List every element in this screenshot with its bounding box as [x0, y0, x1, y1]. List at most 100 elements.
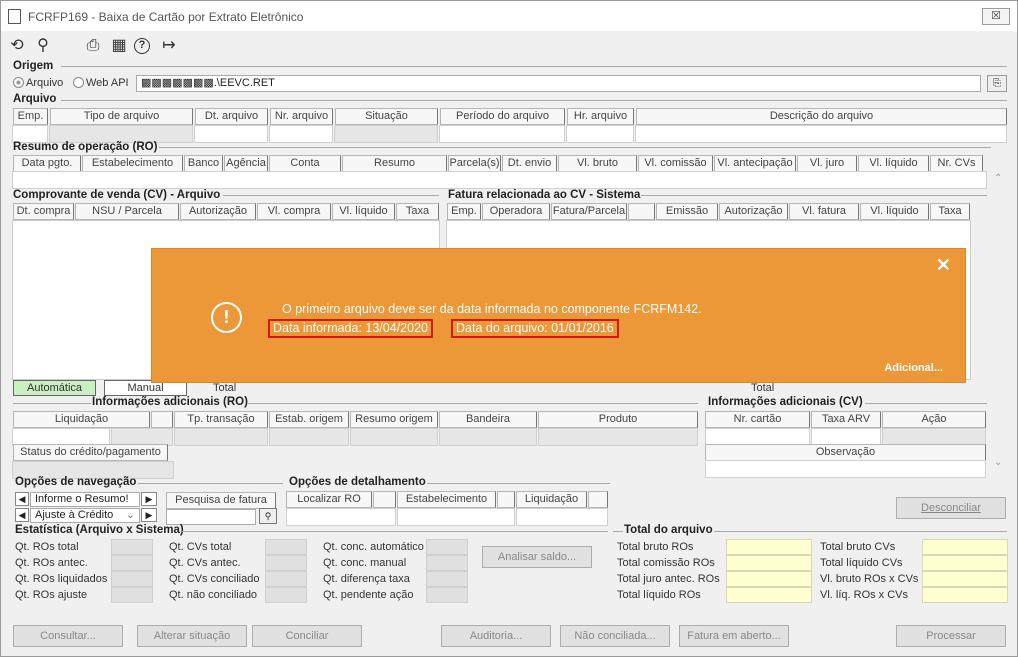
cv-header-5[interactable]: Taxa: [396, 203, 439, 220]
resumo-header-2[interactable]: Banco: [184, 155, 223, 172]
info-ro-header-5[interactable]: Bandeira: [439, 411, 537, 428]
info-ro-header-3[interactable]: Estab. origem: [269, 411, 349, 428]
fatura-header-1[interactable]: Operadora: [482, 203, 550, 220]
resumo-select[interactable]: Informe o Resumo!: [30, 492, 140, 507]
nav-next-button[interactable]: ▶: [141, 492, 157, 506]
print-icon[interactable]: ⎙: [83, 36, 103, 56]
bottom-button-4[interactable]: Não conciliada...: [560, 625, 670, 647]
resumo-header-10[interactable]: Vl. antecipação: [714, 155, 796, 172]
arquivo-header-6[interactable]: Hr. arquivo: [567, 108, 634, 125]
toast-adicional-link[interactable]: Adicional...: [884, 362, 943, 374]
info-cv-scrollbar[interactable]: ⌄: [991, 405, 1008, 477]
fatura-header-3[interactable]: [628, 203, 655, 220]
fatura-header-6[interactable]: Vl. fatura: [789, 203, 859, 220]
resumo-header-5[interactable]: Resumo: [342, 155, 447, 172]
estat-c2-label-2: Qt. CVs conciliado: [169, 573, 260, 585]
bottom-button-0[interactable]: Consultar...: [13, 625, 123, 647]
info-ro-header-6[interactable]: Produto: [538, 411, 698, 428]
search-icon[interactable]: ⚲: [33, 36, 53, 56]
detalhe-header-5[interactable]: [588, 491, 608, 508]
window-title: FCRFP169 - Baixa de Cartão por Extrato E…: [28, 10, 304, 24]
total-c1-value-0: [726, 539, 812, 555]
info-ro-header-0[interactable]: Liquidação: [13, 411, 150, 428]
detalhe-header-3[interactable]: [497, 491, 515, 508]
info-ro-header-1[interactable]: [151, 411, 173, 428]
fatura-header-0[interactable]: Emp.: [447, 203, 481, 220]
exit-icon[interactable]: ↦: [159, 36, 179, 56]
arquivo-header-0[interactable]: Emp.: [13, 108, 48, 125]
nav-next-button-2[interactable]: ▶: [141, 508, 157, 522]
resumo-header-7[interactable]: Dt. envio: [502, 155, 557, 172]
info-cv-header-1[interactable]: Taxa ARV: [811, 411, 881, 428]
arquivo-header-4[interactable]: Situação: [335, 108, 438, 125]
fatura-header-8[interactable]: Taxa: [930, 203, 970, 220]
scroll-up-icon[interactable]: ⌃: [994, 173, 1002, 184]
arquivo-header-2[interactable]: Dt. arquivo: [195, 108, 268, 125]
resumo-scrollbar[interactable]: ⌃: [991, 155, 1008, 360]
fatura-header-2[interactable]: Fatura/Parcela: [551, 203, 627, 220]
mode-automatica-button[interactable]: Automática: [13, 380, 96, 396]
close-window-button[interactable]: ☒: [982, 8, 1010, 25]
total-c2-label-2: Vl. bruto ROs x CVs: [820, 573, 919, 585]
estat-c3-value-3: [426, 587, 468, 603]
detalhe-header-2[interactable]: Estabelecimento: [397, 491, 496, 508]
resumo-header-3[interactable]: Agência: [224, 155, 268, 172]
undo-icon[interactable]: ⟲: [7, 36, 27, 56]
resumo-header-4[interactable]: Conta: [269, 155, 341, 172]
bottom-button-1[interactable]: Alterar situação: [137, 625, 247, 647]
resumo-header-11[interactable]: Vl. juro: [797, 155, 857, 172]
resumo-header-13[interactable]: Nr. CVs: [930, 155, 983, 172]
estat-c2-label-3: Qt. não conciliado: [169, 589, 258, 601]
arquivo-header-1[interactable]: Tipo de arquivo: [50, 108, 193, 125]
bottom-button-3[interactable]: Auditoria...: [441, 625, 551, 647]
detalhe-header-0[interactable]: Localizar RO: [286, 491, 372, 508]
search-fatura-icon[interactable]: ⚲: [259, 508, 277, 524]
bottom-button-6[interactable]: Processar: [896, 625, 1006, 647]
resumo-header-6[interactable]: Parcela(s): [448, 155, 501, 172]
cv-header-0[interactable]: Dt. compra: [13, 203, 74, 220]
nav-title: Opções de navegação: [15, 476, 137, 488]
cv-header-4[interactable]: Vl. líquido: [332, 203, 395, 220]
alert-icon: !: [211, 302, 242, 333]
info-ro-header-2[interactable]: Tp. transação: [174, 411, 268, 428]
info-cv-header-2[interactable]: Ação: [882, 411, 986, 428]
fatura-header-4[interactable]: Emissão: [656, 203, 718, 220]
fatura-header-7[interactable]: Vl. líquido: [860, 203, 929, 220]
arquivo-header-3[interactable]: Nr. arquivo: [270, 108, 333, 125]
resumo-header-8[interactable]: Vl. bruto: [558, 155, 637, 172]
file-path-input[interactable]: ▩▩▩▩▩▩▩.\EEVC.RET: [136, 75, 981, 92]
radio-arquivo[interactable]: Arquivo: [13, 77, 63, 89]
total-c2-label-3: Vl. líq. ROs x CVs: [820, 589, 909, 601]
ajuste-select[interactable]: Ajuste à Crédito ⌄: [30, 508, 140, 523]
resumo-header-9[interactable]: Vl. comissão: [638, 155, 713, 172]
resumo-header-0[interactable]: Data pgto.: [13, 155, 81, 172]
toast-close-icon[interactable]: ✕: [936, 255, 951, 276]
detalhe-header-4[interactable]: Liquidação: [516, 491, 587, 508]
total-c2-value-3: [922, 587, 1008, 603]
radio-webapi[interactable]: Web API: [73, 77, 129, 89]
chevron-down-icon: ⌄: [125, 509, 135, 521]
cv-header-3[interactable]: Vl. compra: [257, 203, 331, 220]
cv-header-2[interactable]: Autorização: [180, 203, 256, 220]
pesquisa-fatura-input[interactable]: [166, 509, 256, 525]
total-c2-label-1: Total líquido CVs: [820, 557, 903, 569]
nav-prev-button[interactable]: ◀: [15, 492, 29, 506]
detalhe-header-1[interactable]: [373, 491, 396, 508]
info-cv-header-0[interactable]: Nr. cartão: [705, 411, 810, 428]
resumo-header-12[interactable]: Vl. líquido: [858, 155, 929, 172]
help-icon[interactable]: ?: [134, 38, 150, 54]
info-ro-header-4[interactable]: Resumo origem: [350, 411, 438, 428]
cv-header-1[interactable]: NSU / Parcela: [75, 203, 179, 220]
analisar-saldo-button[interactable]: Analisar saldo...: [482, 546, 592, 568]
arquivo-header-7[interactable]: Descrição do arquivo: [636, 108, 1007, 125]
scroll-down-icon[interactable]: ⌄: [994, 457, 1002, 468]
bottom-button-2[interactable]: Conciliar: [252, 625, 362, 647]
arquivo-header-5[interactable]: Período do arquivo: [440, 108, 565, 125]
desconciliar-button[interactable]: Desconciliar: [896, 497, 1006, 519]
resumo-header-1[interactable]: Estabelecimento: [82, 155, 183, 172]
bottom-button-5[interactable]: Fatura em aberto...: [679, 625, 789, 647]
browse-file-icon[interactable]: ⎘: [987, 75, 1007, 92]
calendar-icon[interactable]: ▦: [109, 36, 129, 56]
fatura-header-5[interactable]: Autorização: [719, 203, 788, 220]
nav-prev-button-2[interactable]: ◀: [15, 508, 29, 522]
